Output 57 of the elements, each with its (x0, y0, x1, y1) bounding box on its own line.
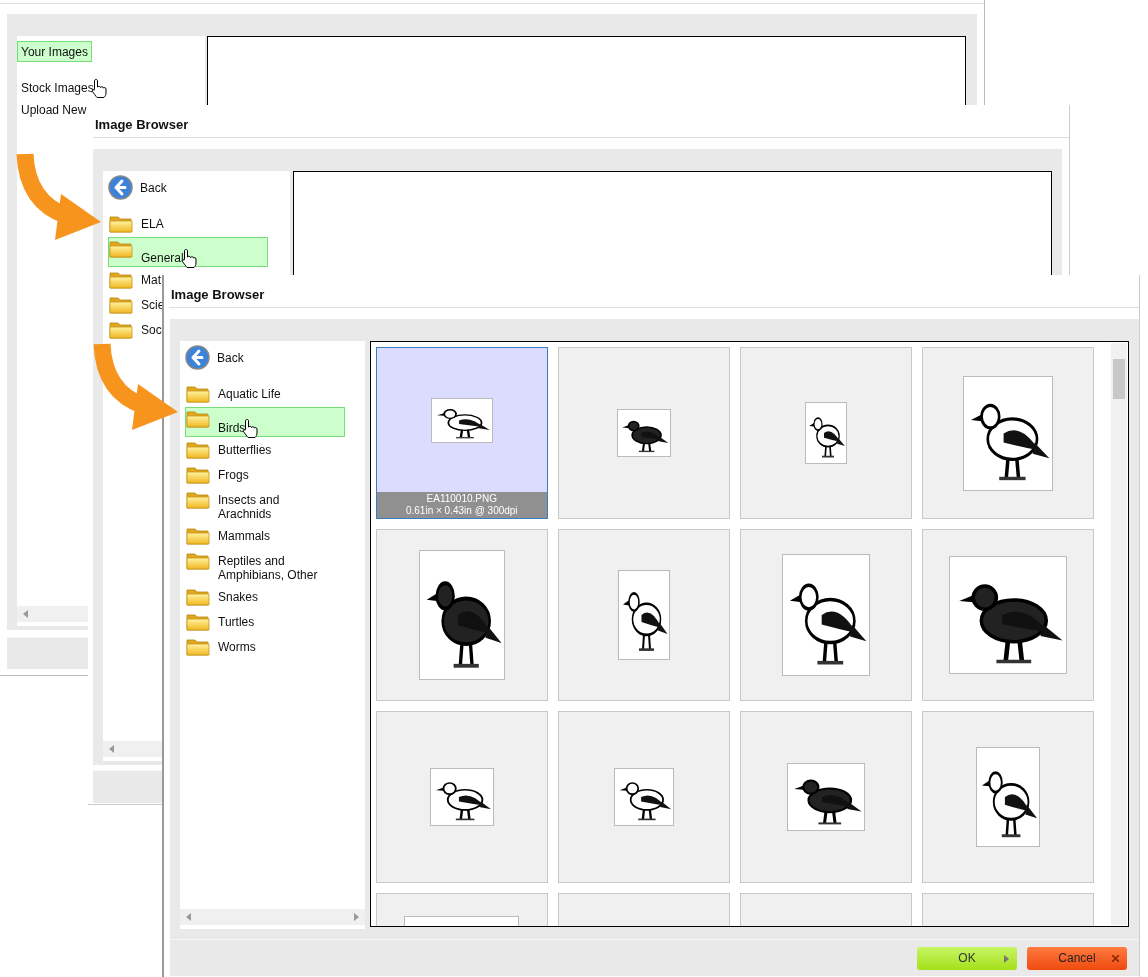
right-arrow-icon (352, 913, 359, 921)
folder-item[interactable]: Butterflies (185, 438, 277, 462)
folder-item[interactable]: Worms (185, 635, 261, 659)
scrollbar[interactable] (180, 909, 365, 925)
left-arrow-icon (23, 610, 29, 618)
back-button[interactable]: Back (103, 171, 290, 212)
folder-icon (186, 384, 210, 403)
folder-icon (186, 637, 210, 656)
ok-button[interactable]: OK (917, 946, 1017, 970)
folder-item[interactable]: Snakes (185, 585, 264, 609)
folder-icon (186, 551, 210, 570)
folder-item[interactable]: Insects and Arachnids (185, 488, 331, 523)
folder-item[interactable]: Reptiles and Amphibians, Other (185, 549, 331, 584)
folder-icon (186, 587, 210, 606)
image-tile[interactable] (921, 711, 1094, 883)
folder-icon (109, 214, 133, 233)
folder-icon (186, 440, 210, 459)
folder-item[interactable]: Aquatic Life (185, 382, 286, 406)
folder-icon (186, 612, 210, 631)
image-tile[interactable] (739, 529, 912, 701)
window-title: Image Browser (169, 275, 1139, 308)
folder-item[interactable]: General (108, 237, 268, 267)
image-caption: EA110010.PNG 0.61in × 0.43in @ 300dpi (376, 492, 547, 518)
image-tile[interactable] (375, 529, 548, 701)
folder-item[interactable]: Turtles (185, 610, 260, 634)
arrow-icon (1004, 954, 1009, 963)
folder-icon (186, 526, 210, 545)
folder-icon (109, 239, 133, 258)
folder-item[interactable]: Frogs (185, 463, 254, 487)
folder-icon (109, 320, 133, 339)
folder-icon (109, 270, 133, 289)
scrollbar[interactable] (1111, 343, 1127, 925)
folder-item[interactable]: ELA (108, 212, 169, 236)
image-tile[interactable] (557, 529, 730, 701)
cancel-button[interactable]: Cancel (1027, 946, 1127, 970)
sidebar-item[interactable]: Your Images (17, 41, 92, 62)
folder-icon (186, 465, 210, 484)
left-arrow-icon (109, 745, 115, 753)
folder-item[interactable]: Mat (108, 268, 166, 292)
image-tile[interactable] (921, 347, 1094, 519)
close-icon (1112, 954, 1119, 962)
folder-icon (186, 490, 210, 509)
image-tile[interactable] (739, 711, 912, 883)
folder-item[interactable]: Mammals (185, 524, 275, 548)
image-tile[interactable] (375, 711, 548, 883)
sidebar-item[interactable]: Upload New (17, 99, 91, 120)
folder-icon (109, 295, 133, 314)
folder-item[interactable]: Birds (185, 407, 345, 437)
folder-icon (186, 409, 210, 428)
window-title: Image Browser (93, 105, 1069, 138)
left-arrow-icon (186, 913, 192, 921)
back-button[interactable]: Back (180, 341, 365, 382)
image-tile[interactable] (739, 347, 912, 519)
image-tile[interactable] (921, 529, 1094, 701)
image-tile[interactable] (557, 711, 730, 883)
image-tile[interactable] (557, 347, 730, 519)
folder-item[interactable]: Soc (108, 318, 167, 342)
